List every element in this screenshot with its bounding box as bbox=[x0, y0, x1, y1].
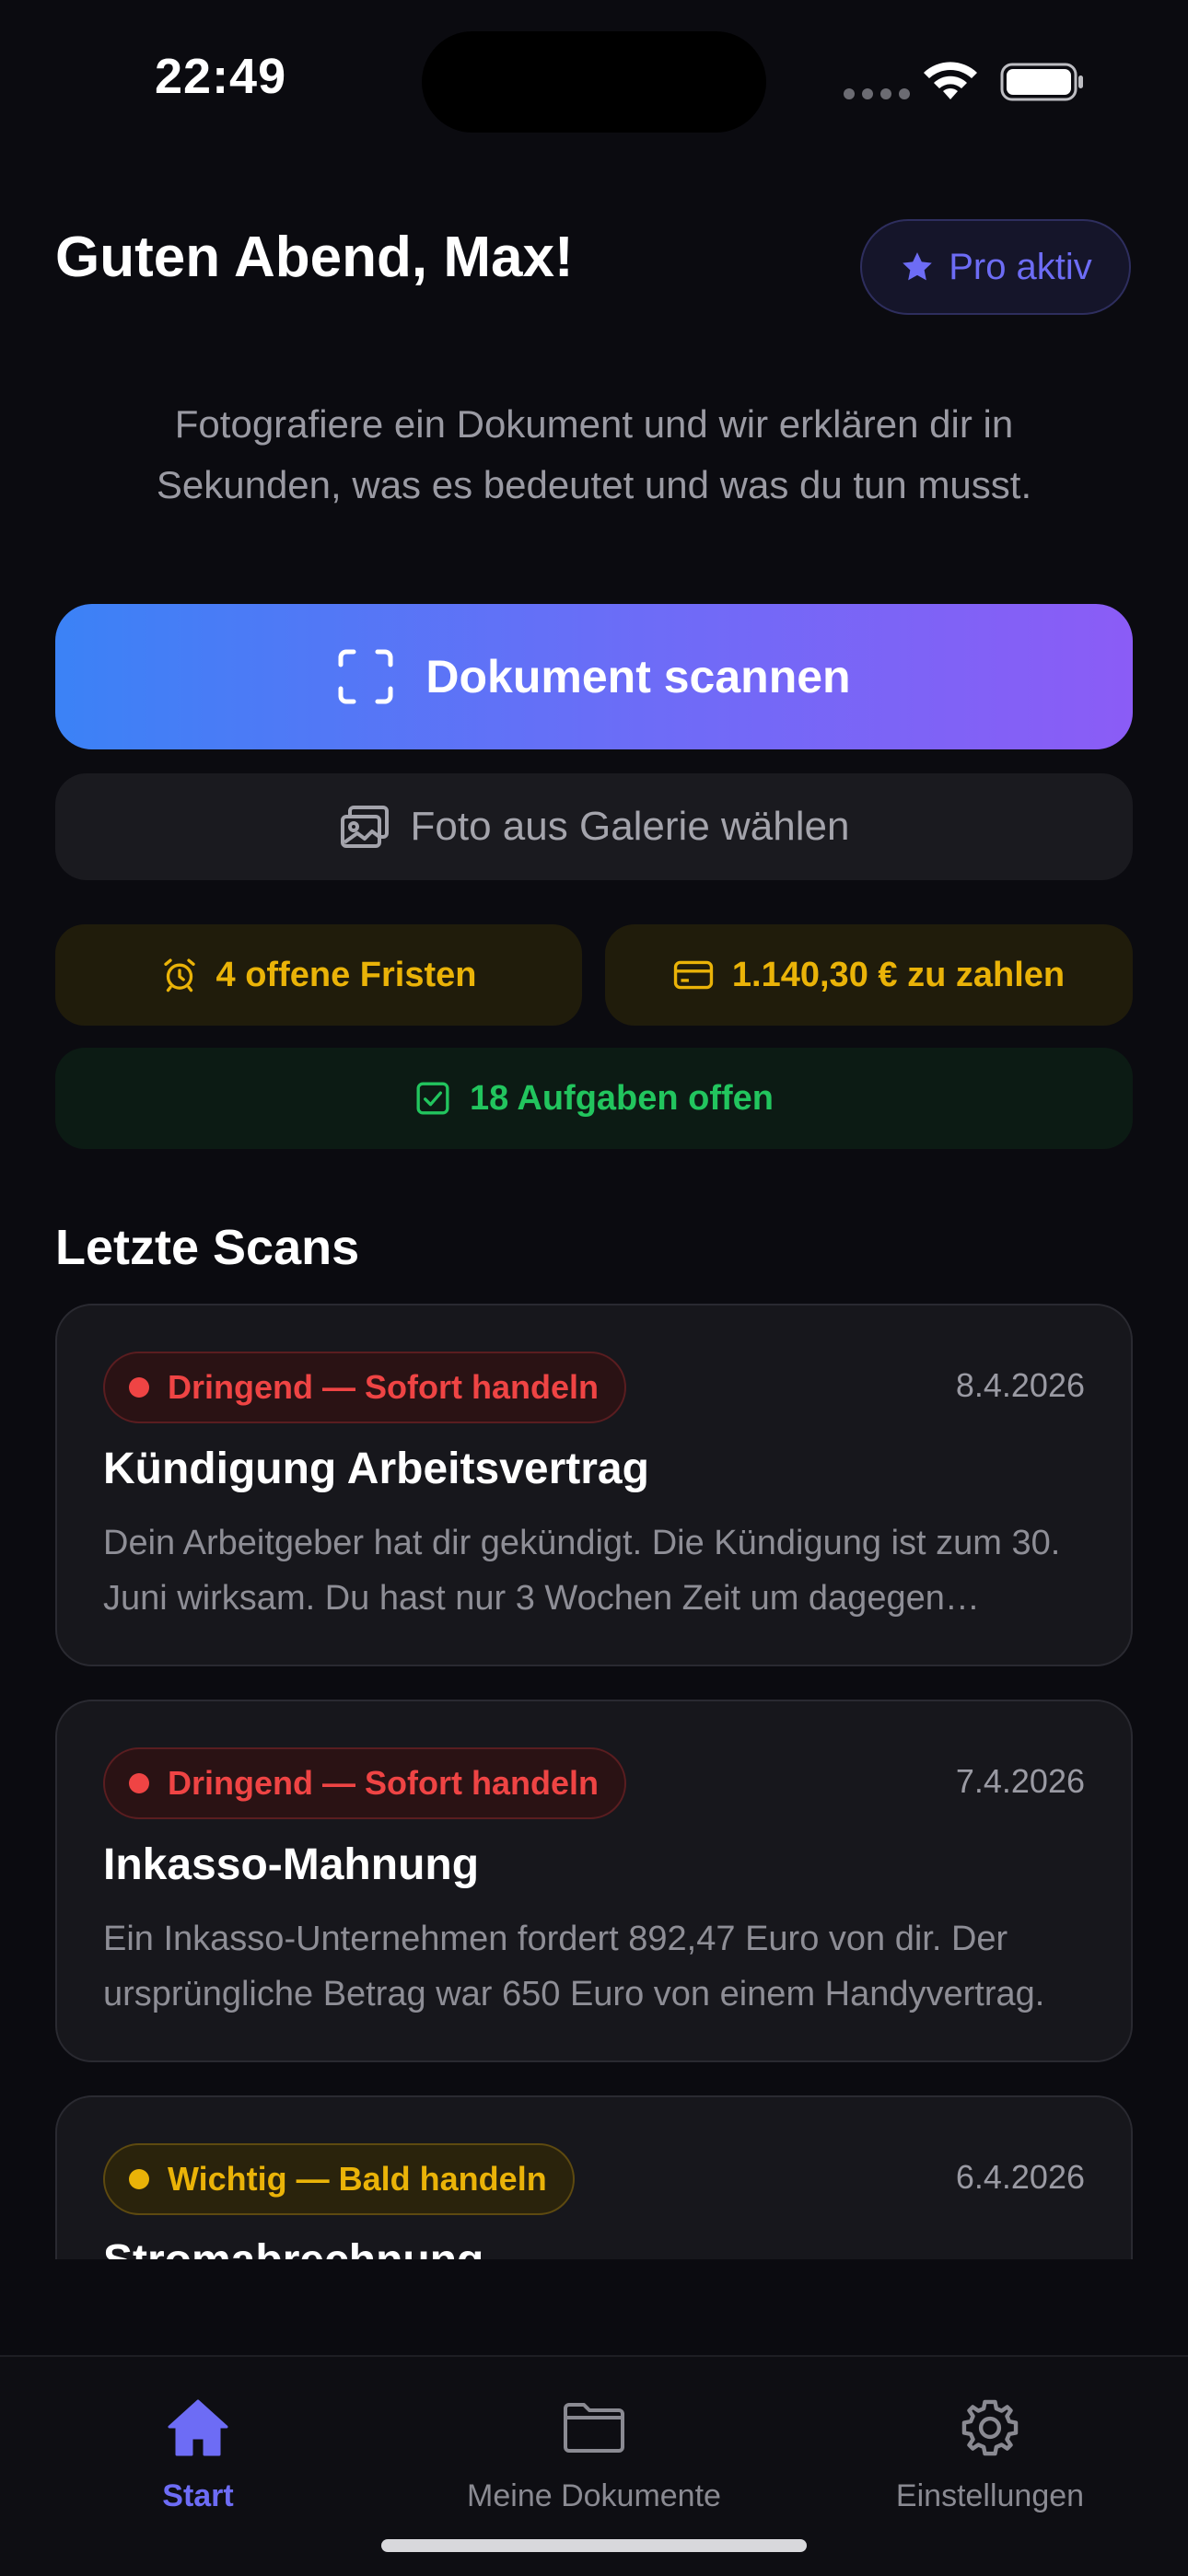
dynamic-island bbox=[422, 31, 766, 133]
scan-summary: Dein Arbeitgeber hat dir gekündigt. Die … bbox=[103, 1524, 1061, 1618]
urgency-badge: Dringend — Sofort handeln bbox=[103, 1352, 626, 1423]
gear-icon bbox=[961, 2399, 1019, 2456]
scan-title: Stromabrechnung bbox=[103, 2235, 483, 2259]
gallery-button-label: Foto aus Galerie wählen bbox=[410, 804, 850, 849]
recent-scans-heading: Letzte Scans bbox=[55, 1220, 360, 1275]
tab-start-label: Start bbox=[162, 2478, 234, 2513]
urgency-badge: Wichtig — Bald handeln bbox=[103, 2143, 575, 2215]
recent-scans-list[interactable]: Dringend — Sofort handeln 8.4.2026 Kündi… bbox=[0, 1298, 1188, 2259]
urgency-badge: Dringend — Sofort handeln bbox=[103, 1747, 626, 1819]
photo-gallery-icon bbox=[340, 806, 389, 848]
payment-due-chip[interactable]: 1.140,30 € zu zahlen bbox=[605, 924, 1133, 1026]
cellular-signal-icon bbox=[844, 88, 910, 99]
intro-text: Fotografiere ein Dokument und wir erklär… bbox=[156, 402, 1032, 506]
folder-icon bbox=[564, 2403, 624, 2453]
scan-button-label: Dokument scannen bbox=[425, 651, 851, 702]
wifi-icon bbox=[924, 62, 977, 99]
pro-status-badge[interactable]: Pro aktiv bbox=[860, 219, 1131, 315]
tab-settings-label: Einstellungen bbox=[895, 2478, 1085, 2513]
scan-date: 8.4.2026 bbox=[955, 1366, 1085, 1404]
scan-summary: Ein Inkasso-Unternehmen fordert 892,47 E… bbox=[103, 1920, 1045, 2013]
urgency-label: Dringend — Sofort handeln bbox=[168, 1368, 599, 1406]
home-icon bbox=[168, 2399, 228, 2456]
tab-settings[interactable]: Einstellungen bbox=[792, 2397, 1188, 2514]
scan-title: Inkasso-Mahnung bbox=[103, 1840, 480, 1889]
deadlines-label: 4 offene Fristen bbox=[215, 955, 477, 994]
scan-date: 6.4.2026 bbox=[955, 2158, 1085, 2196]
scan-document-button[interactable]: Dokument scannen bbox=[55, 604, 1133, 749]
scan-card[interactable]: Dringend — Sofort handeln 7.4.2026 Inkas… bbox=[55, 1700, 1133, 2062]
gallery-button[interactable]: Foto aus Galerie wählen bbox=[55, 773, 1133, 880]
pro-badge-label: Pro aktiv bbox=[949, 246, 1092, 287]
open-deadlines-chip[interactable]: 4 offene Fristen bbox=[55, 924, 582, 1026]
home-indicator bbox=[381, 2539, 807, 2552]
scan-frame-icon bbox=[338, 649, 393, 704]
scan-card[interactable]: Wichtig — Bald handeln 6.4.2026 Stromabr… bbox=[55, 2095, 1133, 2259]
status-dot-icon bbox=[129, 2169, 149, 2189]
checkbox-icon bbox=[416, 1082, 449, 1115]
greeting-title: Guten Abend, Max! bbox=[55, 226, 574, 289]
tab-documents[interactable]: Meine Dokumente bbox=[396, 2397, 792, 2514]
alarm-clock-icon bbox=[163, 958, 195, 992]
star-icon bbox=[903, 252, 933, 281]
urgency-label: Wichtig — Bald handeln bbox=[168, 2160, 547, 2198]
tab-start[interactable]: Start bbox=[0, 2397, 396, 2514]
battery-icon bbox=[1000, 63, 1083, 101]
scan-title: Kündigung Arbeitsvertrag bbox=[103, 1445, 649, 1493]
scan-card[interactable]: Dringend — Sofort handeln 8.4.2026 Kündi… bbox=[55, 1304, 1133, 1666]
tab-documents-label: Meine Dokumente bbox=[467, 2478, 721, 2513]
status-time: 22:49 bbox=[155, 49, 287, 104]
status-dot-icon bbox=[129, 1377, 149, 1398]
credit-card-icon bbox=[673, 960, 714, 990]
status-dot-icon bbox=[129, 1773, 149, 1793]
urgency-label: Dringend — Sofort handeln bbox=[168, 1764, 599, 1802]
open-tasks-chip[interactable]: 18 Aufgaben offen bbox=[55, 1048, 1133, 1149]
scan-date: 7.4.2026 bbox=[955, 1762, 1085, 1800]
tasks-label: 18 Aufgaben offen bbox=[469, 1078, 775, 1118]
payment-label: 1.140,30 € zu zahlen bbox=[731, 955, 1066, 994]
